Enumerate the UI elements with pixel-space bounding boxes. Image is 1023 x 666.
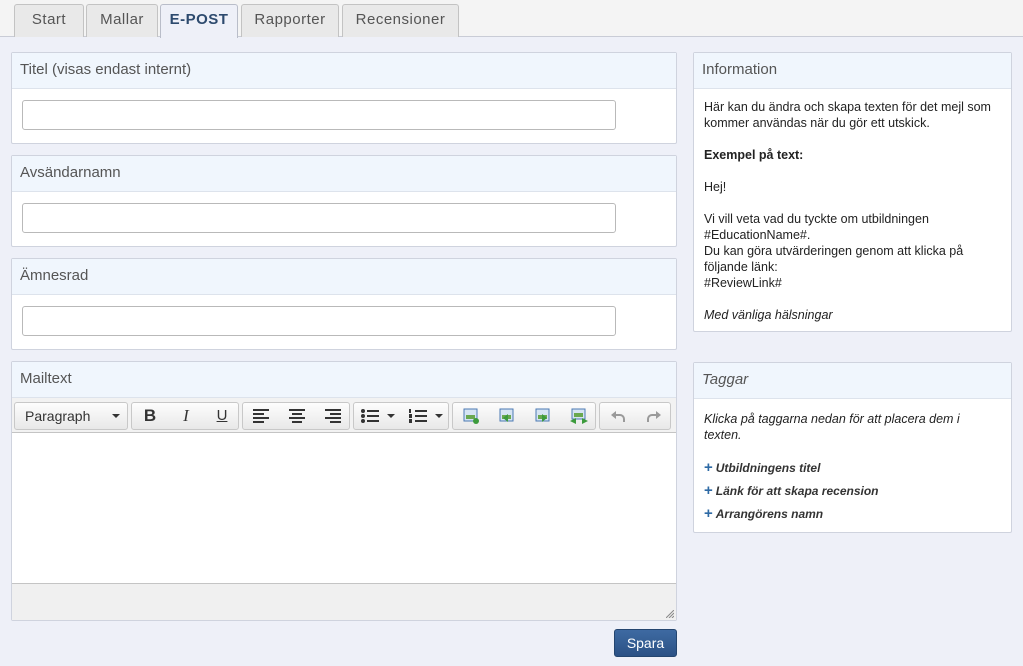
tag-label: Utbildningens titel <box>715 461 821 475</box>
format-select-value: Paragraph <box>25 408 91 424</box>
image-insert-group <box>452 402 596 430</box>
insert-image-link-button[interactable] <box>561 403 597 429</box>
subject-input[interactable] <box>22 306 616 336</box>
plus-icon: + <box>704 505 713 522</box>
information-intro: Här kan du ändra och skapa texten för de… <box>704 100 991 130</box>
align-center-button[interactable] <box>279 403 315 429</box>
align-left-button[interactable] <box>243 403 279 429</box>
plus-icon: + <box>704 482 713 499</box>
example-greeting: Hej! <box>704 180 727 194</box>
information-body: Här kan du ändra och skapa texten för de… <box>694 89 1011 333</box>
tag-review-link[interactable]: + Länk för att skapa recension <box>704 482 879 499</box>
underline-button[interactable]: U <box>204 403 240 429</box>
subject-label: Ämnesrad <box>12 259 676 295</box>
insert-image-right-icon <box>535 408 550 422</box>
plus-icon: + <box>704 459 713 476</box>
save-button[interactable]: Spara <box>614 629 677 657</box>
bold-button[interactable]: B <box>132 403 168 429</box>
subject-panel: Ämnesrad <box>11 258 677 350</box>
tags-panel: Taggar Klicka på taggarna nedan för att … <box>693 362 1012 533</box>
bullet-list-icon <box>361 409 395 423</box>
sender-panel: Avsändarnamn <box>11 155 677 247</box>
tags-title: Taggar <box>694 363 1011 399</box>
align-right-button[interactable] <box>315 403 351 429</box>
example-heading: Exempel på text: <box>704 148 804 162</box>
tags-hint: Klicka på taggarna nedan för att placera… <box>704 412 960 442</box>
undo-icon <box>611 411 625 422</box>
example-line: Vi vill veta vad du tyckte om utbildning… <box>704 212 929 226</box>
editor-toolbar: Paragraph B I U <box>12 398 676 433</box>
format-select[interactable]: Paragraph <box>15 403 127 429</box>
information-title: Information <box>694 53 1011 89</box>
insert-image-right-button[interactable] <box>525 403 561 429</box>
tab-recensioner[interactable]: Recensioner <box>342 4 459 37</box>
tag-label: Länk för att skapa recension <box>715 484 879 498</box>
sender-input[interactable] <box>22 203 616 233</box>
insert-image-left-button[interactable] <box>489 403 525 429</box>
alignment-group <box>242 402 350 430</box>
information-panel: Information Här kan du ändra och skapa t… <box>693 52 1012 332</box>
insert-image-link-icon <box>570 408 588 424</box>
bold-icon: B <box>143 406 157 425</box>
italic-button[interactable]: I <box>168 403 204 429</box>
title-label: Titel (visas endast internt) <box>12 53 676 89</box>
tab-rapporter[interactable]: Rapporter <box>241 4 339 37</box>
mailtext-panel: Mailtext Paragraph B I U <box>11 361 677 621</box>
underline-icon: U <box>216 407 228 424</box>
italic-icon: I <box>183 406 189 425</box>
tab-bar: Start Mallar E-POST Rapporter Recensione… <box>0 0 1023 38</box>
redo-icon <box>647 411 661 422</box>
title-input[interactable] <box>22 100 616 130</box>
title-panel: Titel (visas endast internt) <box>11 52 677 144</box>
numbered-list-icon <box>409 409 443 423</box>
history-group <box>599 402 671 430</box>
insert-image-left-icon <box>499 408 514 422</box>
list-group <box>353 402 449 430</box>
example-line: #ReviewLink# <box>704 276 782 290</box>
insert-image-button[interactable] <box>453 403 489 429</box>
tag-education-title[interactable]: + Utbildningens titel <box>704 459 820 476</box>
align-left-icon <box>253 409 269 423</box>
example-closing: Med vänliga hälsningar <box>704 308 833 322</box>
example-line: #EducationName#. <box>704 228 811 242</box>
tag-organizer-name[interactable]: + Arrangörens namn <box>704 505 823 522</box>
redo-button[interactable] <box>636 403 672 429</box>
tab-e-post[interactable]: E-POST <box>160 4 238 38</box>
text-style-group: B I U <box>131 402 239 430</box>
resize-handle-icon[interactable] <box>666 610 674 618</box>
chevron-down-icon <box>112 414 120 418</box>
tab-start[interactable]: Start <box>14 4 84 37</box>
mailtext-label: Mailtext <box>12 362 676 398</box>
format-select-group: Paragraph <box>14 402 128 430</box>
tag-label: Arrangörens namn <box>715 507 824 521</box>
example-line: Du kan göra utvärderingen genom att klic… <box>704 244 964 274</box>
editor-statusbar <box>12 584 676 620</box>
numbered-list-button[interactable] <box>402 403 450 429</box>
mailtext-editor[interactable] <box>12 433 676 584</box>
sender-label: Avsändarnamn <box>12 156 676 192</box>
tab-mallar[interactable]: Mallar <box>86 4 158 37</box>
undo-button[interactable] <box>600 403 636 429</box>
align-center-icon <box>289 409 305 423</box>
insert-image-icon <box>463 408 479 424</box>
bullet-list-button[interactable] <box>354 403 402 429</box>
align-right-icon <box>325 409 341 423</box>
